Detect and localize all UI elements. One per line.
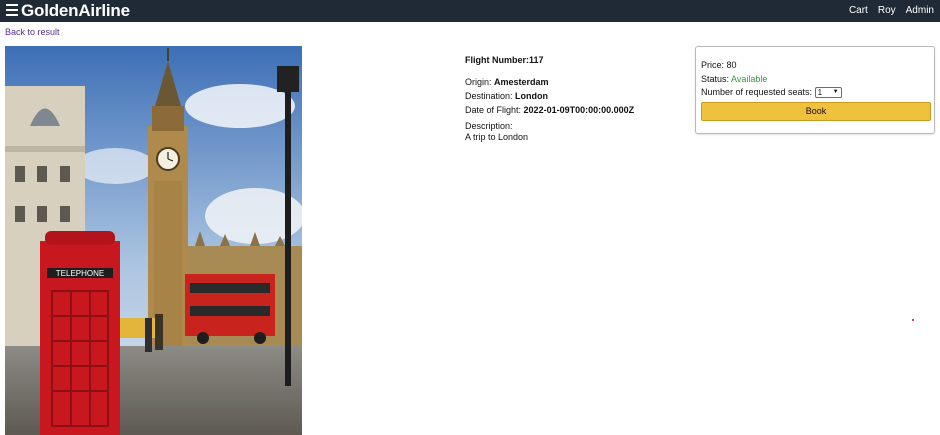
date-value: 2022-01-09T00:00:00.000Z [523, 105, 635, 115]
status-value: Available [731, 74, 768, 84]
price-label: Price: [701, 60, 725, 70]
date-label: Date of Flight: [465, 105, 522, 115]
nav-links: Cart Roy Admin [849, 5, 934, 16]
booking-panel: Price: 80 Status: Available Number of re… [695, 46, 935, 134]
nav-user-link[interactable]: Roy [878, 5, 896, 16]
flight-destination-photo: TELEPHONE [5, 46, 302, 435]
nav-admin-link[interactable]: Admin [906, 5, 934, 16]
destination-row: Destination: London [465, 91, 634, 102]
status-row: Status: Available [701, 74, 767, 84]
date-row: Date of Flight: 2022-01-09T00:00:00.000Z [465, 105, 634, 116]
menu-icon[interactable] [6, 4, 18, 17]
svg-text:TELEPHONE: TELEPHONE [56, 269, 104, 278]
destination-value: London [515, 91, 549, 101]
flight-number: Flight Number:117 [465, 55, 544, 65]
description-value: A trip to London [465, 132, 529, 142]
seats-select[interactable]: 1 ▼ [814, 87, 842, 99]
price-row: Price: 80 [701, 60, 737, 70]
description-label: Description: [465, 121, 513, 131]
back-to-result-link[interactable]: Back to result [5, 27, 60, 37]
origin-label: Origin: [465, 77, 492, 87]
origin-value: Amesterdam [494, 77, 549, 87]
destination-label: Destination: [465, 91, 513, 101]
nav-cart-link[interactable]: Cart [849, 5, 868, 16]
seats-row: Number of requested seats: 1 ▼ [701, 87, 842, 99]
chevron-down-icon: ▼ [832, 89, 839, 96]
price-value: 80 [726, 60, 737, 70]
seats-label: Number of requested seats: [701, 87, 813, 97]
book-button[interactable]: Book [701, 102, 931, 121]
flight-details: Flight Number:117 Origin: Amesterdam Des… [465, 55, 634, 143]
top-navbar: GoldenAirline Cart Roy Admin [0, 0, 940, 22]
cursor-dot [912, 319, 914, 321]
status-label: Status: [701, 74, 730, 84]
brand-logo[interactable]: GoldenAirline [21, 1, 130, 21]
origin-row: Origin: Amesterdam [465, 77, 634, 88]
